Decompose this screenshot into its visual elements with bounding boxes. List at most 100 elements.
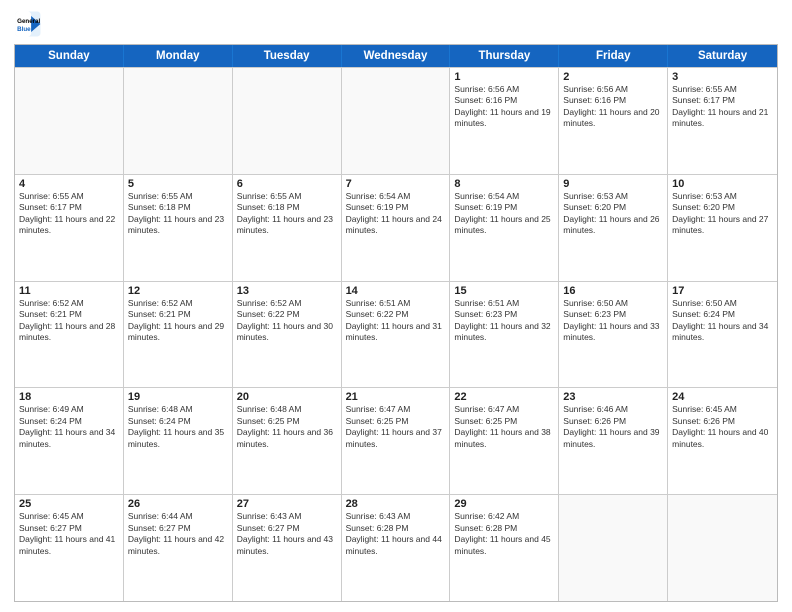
day-cell-4: 4Sunrise: 6:55 AM Sunset: 6:17 PM Daylig… (15, 175, 124, 281)
day-info: Sunrise: 6:55 AM Sunset: 6:17 PM Dayligh… (672, 84, 773, 130)
day-number: 6 (237, 178, 337, 190)
day-cell-3: 3Sunrise: 6:55 AM Sunset: 6:17 PM Daylig… (668, 68, 777, 174)
day-cell-5: 5Sunrise: 6:55 AM Sunset: 6:18 PM Daylig… (124, 175, 233, 281)
day-info: Sunrise: 6:55 AM Sunset: 6:17 PM Dayligh… (19, 191, 119, 237)
day-info: Sunrise: 6:52 AM Sunset: 6:21 PM Dayligh… (128, 298, 228, 344)
header-cell-saturday: Saturday (668, 45, 777, 67)
calendar: SundayMondayTuesdayWednesdayThursdayFrid… (14, 44, 778, 602)
day-number: 26 (128, 498, 228, 510)
day-number: 8 (454, 178, 554, 190)
day-info: Sunrise: 6:47 AM Sunset: 6:25 PM Dayligh… (346, 404, 446, 450)
day-number: 11 (19, 285, 119, 297)
day-cell-16: 16Sunrise: 6:50 AM Sunset: 6:23 PM Dayli… (559, 282, 668, 388)
day-cell-6: 6Sunrise: 6:55 AM Sunset: 6:18 PM Daylig… (233, 175, 342, 281)
day-number: 10 (672, 178, 773, 190)
day-info: Sunrise: 6:45 AM Sunset: 6:26 PM Dayligh… (672, 404, 773, 450)
day-number: 9 (563, 178, 663, 190)
day-cell-12: 12Sunrise: 6:52 AM Sunset: 6:21 PM Dayli… (124, 282, 233, 388)
day-number: 13 (237, 285, 337, 297)
day-cell-26: 26Sunrise: 6:44 AM Sunset: 6:27 PM Dayli… (124, 495, 233, 601)
day-cell-1: 1Sunrise: 6:56 AM Sunset: 6:16 PM Daylig… (450, 68, 559, 174)
day-cell-18: 18Sunrise: 6:49 AM Sunset: 6:24 PM Dayli… (15, 388, 124, 494)
day-number: 2 (563, 71, 663, 83)
day-info: Sunrise: 6:43 AM Sunset: 6:27 PM Dayligh… (237, 511, 337, 557)
day-info: Sunrise: 6:45 AM Sunset: 6:27 PM Dayligh… (19, 511, 119, 557)
day-info: Sunrise: 6:52 AM Sunset: 6:21 PM Dayligh… (19, 298, 119, 344)
day-cell-23: 23Sunrise: 6:46 AM Sunset: 6:26 PM Dayli… (559, 388, 668, 494)
day-cell-21: 21Sunrise: 6:47 AM Sunset: 6:25 PM Dayli… (342, 388, 451, 494)
day-number: 20 (237, 391, 337, 403)
empty-cell-0-1 (124, 68, 233, 174)
day-number: 22 (454, 391, 554, 403)
day-info: Sunrise: 6:44 AM Sunset: 6:27 PM Dayligh… (128, 511, 228, 557)
day-cell-7: 7Sunrise: 6:54 AM Sunset: 6:19 PM Daylig… (342, 175, 451, 281)
day-info: Sunrise: 6:50 AM Sunset: 6:23 PM Dayligh… (563, 298, 663, 344)
day-number: 7 (346, 178, 446, 190)
day-cell-29: 29Sunrise: 6:42 AM Sunset: 6:28 PM Dayli… (450, 495, 559, 601)
empty-cell-0-3 (342, 68, 451, 174)
calendar-body: 1Sunrise: 6:56 AM Sunset: 6:16 PM Daylig… (15, 67, 777, 601)
day-info: Sunrise: 6:51 AM Sunset: 6:22 PM Dayligh… (346, 298, 446, 344)
svg-text:Blue: Blue (17, 26, 31, 33)
logo: General Blue (14, 10, 42, 38)
empty-cell-4-5 (559, 495, 668, 601)
day-info: Sunrise: 6:55 AM Sunset: 6:18 PM Dayligh… (128, 191, 228, 237)
day-number: 19 (128, 391, 228, 403)
day-cell-24: 24Sunrise: 6:45 AM Sunset: 6:26 PM Dayli… (668, 388, 777, 494)
day-number: 5 (128, 178, 228, 190)
header-cell-wednesday: Wednesday (342, 45, 451, 67)
header-cell-monday: Monday (124, 45, 233, 67)
day-number: 23 (563, 391, 663, 403)
day-info: Sunrise: 6:50 AM Sunset: 6:24 PM Dayligh… (672, 298, 773, 344)
day-cell-14: 14Sunrise: 6:51 AM Sunset: 6:22 PM Dayli… (342, 282, 451, 388)
day-cell-15: 15Sunrise: 6:51 AM Sunset: 6:23 PM Dayli… (450, 282, 559, 388)
day-number: 1 (454, 71, 554, 83)
day-cell-2: 2Sunrise: 6:56 AM Sunset: 6:16 PM Daylig… (559, 68, 668, 174)
day-number: 3 (672, 71, 773, 83)
day-info: Sunrise: 6:52 AM Sunset: 6:22 PM Dayligh… (237, 298, 337, 344)
day-info: Sunrise: 6:43 AM Sunset: 6:28 PM Dayligh… (346, 511, 446, 557)
week-row-4: 25Sunrise: 6:45 AM Sunset: 6:27 PM Dayli… (15, 494, 777, 601)
day-cell-28: 28Sunrise: 6:43 AM Sunset: 6:28 PM Dayli… (342, 495, 451, 601)
day-info: Sunrise: 6:56 AM Sunset: 6:16 PM Dayligh… (454, 84, 554, 130)
week-row-0: 1Sunrise: 6:56 AM Sunset: 6:16 PM Daylig… (15, 67, 777, 174)
header-cell-friday: Friday (559, 45, 668, 67)
empty-cell-0-2 (233, 68, 342, 174)
day-info: Sunrise: 6:48 AM Sunset: 6:25 PM Dayligh… (237, 404, 337, 450)
svg-text:General: General (17, 18, 40, 25)
week-row-2: 11Sunrise: 6:52 AM Sunset: 6:21 PM Dayli… (15, 281, 777, 388)
header: General Blue (14, 10, 778, 38)
day-info: Sunrise: 6:47 AM Sunset: 6:25 PM Dayligh… (454, 404, 554, 450)
day-cell-27: 27Sunrise: 6:43 AM Sunset: 6:27 PM Dayli… (233, 495, 342, 601)
day-number: 29 (454, 498, 554, 510)
day-info: Sunrise: 6:49 AM Sunset: 6:24 PM Dayligh… (19, 404, 119, 450)
header-cell-tuesday: Tuesday (233, 45, 342, 67)
day-cell-19: 19Sunrise: 6:48 AM Sunset: 6:24 PM Dayli… (124, 388, 233, 494)
day-number: 27 (237, 498, 337, 510)
day-number: 18 (19, 391, 119, 403)
day-number: 15 (454, 285, 554, 297)
day-cell-20: 20Sunrise: 6:48 AM Sunset: 6:25 PM Dayli… (233, 388, 342, 494)
day-info: Sunrise: 6:53 AM Sunset: 6:20 PM Dayligh… (563, 191, 663, 237)
empty-cell-4-6 (668, 495, 777, 601)
day-number: 14 (346, 285, 446, 297)
day-number: 16 (563, 285, 663, 297)
day-info: Sunrise: 6:54 AM Sunset: 6:19 PM Dayligh… (346, 191, 446, 237)
day-info: Sunrise: 6:46 AM Sunset: 6:26 PM Dayligh… (563, 404, 663, 450)
header-cell-sunday: Sunday (15, 45, 124, 67)
header-cell-thursday: Thursday (450, 45, 559, 67)
day-info: Sunrise: 6:55 AM Sunset: 6:18 PM Dayligh… (237, 191, 337, 237)
day-info: Sunrise: 6:53 AM Sunset: 6:20 PM Dayligh… (672, 191, 773, 237)
logo-icon: General Blue (14, 10, 42, 38)
day-number: 17 (672, 285, 773, 297)
day-info: Sunrise: 6:54 AM Sunset: 6:19 PM Dayligh… (454, 191, 554, 237)
day-cell-10: 10Sunrise: 6:53 AM Sunset: 6:20 PM Dayli… (668, 175, 777, 281)
day-number: 4 (19, 178, 119, 190)
day-info: Sunrise: 6:42 AM Sunset: 6:28 PM Dayligh… (454, 511, 554, 557)
week-row-1: 4Sunrise: 6:55 AM Sunset: 6:17 PM Daylig… (15, 174, 777, 281)
day-number: 21 (346, 391, 446, 403)
day-cell-22: 22Sunrise: 6:47 AM Sunset: 6:25 PM Dayli… (450, 388, 559, 494)
day-cell-25: 25Sunrise: 6:45 AM Sunset: 6:27 PM Dayli… (15, 495, 124, 601)
day-info: Sunrise: 6:51 AM Sunset: 6:23 PM Dayligh… (454, 298, 554, 344)
day-cell-13: 13Sunrise: 6:52 AM Sunset: 6:22 PM Dayli… (233, 282, 342, 388)
